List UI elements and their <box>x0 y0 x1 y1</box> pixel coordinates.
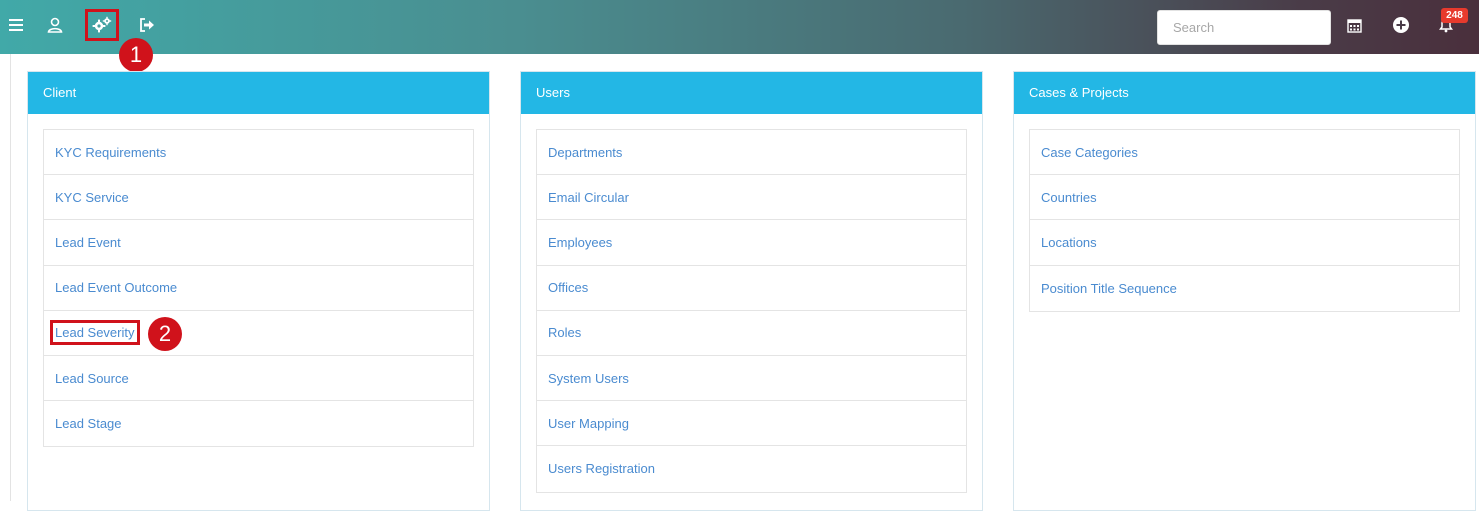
notification-count-badge: 248 <box>1441 8 1468 23</box>
list-item: Countries <box>1030 175 1459 221</box>
list-item: Offices <box>537 266 966 311</box>
list-item: Locations <box>1030 220 1459 266</box>
logout-icon[interactable] <box>131 11 163 39</box>
add-circle-icon[interactable] <box>1385 11 1417 39</box>
link-kyc-requirements[interactable]: KYC Requirements <box>55 145 166 160</box>
client-list: KYC Requirements KYC Service Lead Event … <box>43 129 474 448</box>
list-item: Email Circular <box>537 175 966 221</box>
panel-title: Client <box>28 72 489 114</box>
link-kyc-service[interactable]: KYC Service <box>55 190 129 205</box>
link-offices[interactable]: Offices <box>548 280 588 295</box>
link-lead-stage[interactable]: Lead Stage <box>55 416 122 431</box>
link-users-registration[interactable]: Users Registration <box>548 461 655 476</box>
link-lead-source[interactable]: Lead Source <box>55 371 129 386</box>
link-system-users[interactable]: System Users <box>548 371 629 386</box>
panel-title: Cases & Projects <box>1014 72 1475 114</box>
list-item: Position Title Sequence <box>1030 266 1459 311</box>
step-marker-2: 2 <box>148 317 182 351</box>
top-navbar: 248 <box>0 0 1479 54</box>
link-employees[interactable]: Employees <box>548 235 612 250</box>
cases-projects-list: Case Categories Countries Locations Posi… <box>1029 129 1460 312</box>
menu-icon[interactable] <box>0 11 32 39</box>
users-list: Departments Email Circular Employees Off… <box>536 129 967 493</box>
list-item: KYC Service <box>44 175 473 221</box>
link-case-categories[interactable]: Case Categories <box>1041 145 1138 160</box>
step-marker-1: 1 <box>119 38 153 72</box>
list-item: System Users <box>537 356 966 402</box>
list-item: Lead Source <box>44 356 473 402</box>
panel-title: Users <box>521 72 982 114</box>
link-email-circular[interactable]: Email Circular <box>548 190 629 205</box>
link-user-mapping[interactable]: User Mapping <box>548 416 629 431</box>
list-item: Lead Event <box>44 220 473 266</box>
left-divider <box>10 54 11 501</box>
list-item: Lead Stage <box>44 401 473 446</box>
list-item: Roles <box>537 311 966 356</box>
link-lead-severity[interactable]: Lead Severity <box>50 320 140 346</box>
calendar-icon[interactable] <box>1338 11 1370 39</box>
settings-gears-icon[interactable] <box>85 9 119 41</box>
link-departments[interactable]: Departments <box>548 145 622 160</box>
search-input[interactable] <box>1157 10 1331 45</box>
list-item: Lead Severity <box>44 311 473 356</box>
users-panel: Users Departments Email Circular Employe… <box>520 71 983 511</box>
link-locations[interactable]: Locations <box>1041 235 1097 250</box>
user-icon[interactable] <box>39 11 71 39</box>
client-panel: Client KYC Requirements KYC Service Lead… <box>27 71 490 511</box>
link-lead-event[interactable]: Lead Event <box>55 235 121 250</box>
list-item: KYC Requirements <box>44 130 473 176</box>
link-position-title-sequence[interactable]: Position Title Sequence <box>1041 281 1177 296</box>
list-item: Case Categories <box>1030 130 1459 176</box>
list-item: Users Registration <box>537 446 966 491</box>
list-item: Employees <box>537 220 966 266</box>
list-item: Lead Event Outcome <box>44 266 473 311</box>
link-lead-event-outcome[interactable]: Lead Event Outcome <box>55 280 177 295</box>
list-item: Departments <box>537 130 966 176</box>
link-roles[interactable]: Roles <box>548 325 581 340</box>
link-countries[interactable]: Countries <box>1041 190 1097 205</box>
list-item: User Mapping <box>537 401 966 447</box>
cases-projects-panel: Cases & Projects Case Categories Countri… <box>1013 71 1476 511</box>
